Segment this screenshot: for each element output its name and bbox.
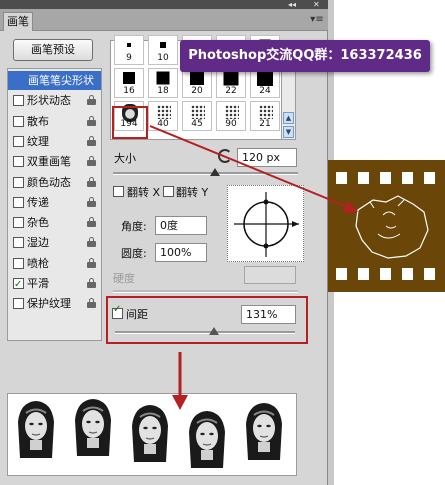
qq-group-banner: Photoshop交流QQ群：163372436 — [180, 40, 430, 72]
annotation-arrows — [149, 125, 358, 410]
